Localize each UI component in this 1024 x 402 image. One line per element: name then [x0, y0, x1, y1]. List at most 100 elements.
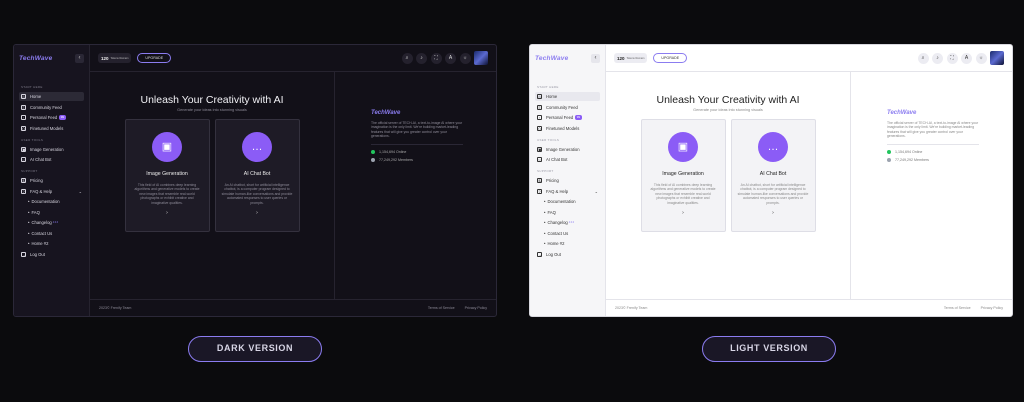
sidebar-item-faq-help[interactable]: ? FAQ & Help ⌄ [535, 187, 600, 196]
sidebar-item-ai-chat-bot[interactable]: ○ AI Chat Bot [19, 155, 84, 164]
sidebar-section-title: START HERE [21, 85, 43, 89]
collapse-sidebar-button[interactable]: ‹ [591, 53, 600, 63]
sidebar-item-label: Image Generation [546, 146, 580, 152]
sidebar-item-label: FAQ [547, 209, 556, 215]
sidebar-item-log-out[interactable]: → Log Out [19, 250, 84, 259]
privacy-link[interactable]: Privacy Policy [465, 306, 487, 310]
translate-icon[interactable]: A [445, 52, 456, 64]
sidebar-item-faq-help[interactable]: ? FAQ & Help ⌄ [19, 187, 84, 196]
sidebar-item-label: Pricing [546, 178, 559, 183]
translate-icon[interactable]: A [961, 52, 972, 64]
terms-link[interactable]: Terms of Service [428, 306, 455, 310]
sidebar-item-personal-feed[interactable]: ◦ Personal Feed 99 [535, 113, 600, 122]
sidebar-item-label: Home [30, 94, 42, 99]
sidebar-item-label: Home #2 [547, 241, 565, 246]
sidebar-item-community-feed[interactable]: ≡ Community Feed [535, 103, 600, 112]
upgrade-button[interactable]: UPGRADE [653, 53, 688, 63]
sidebar-item-home-2[interactable]: Home #2 [535, 239, 600, 248]
arrow-right-icon[interactable]: › [166, 210, 168, 216]
feed-icon: ≡ [537, 104, 542, 110]
sidebar-item-image-generation[interactable]: ▣ Image Generation [535, 145, 600, 154]
sidebar-item-home-2[interactable]: Home #2 [19, 239, 84, 248]
theme-toggle-icon[interactable]: ☼ [459, 52, 471, 64]
privacy-link[interactable]: Privacy Policy [981, 306, 1003, 310]
sidebar-item-label: Contact Us [31, 230, 53, 236]
sidebar-item-changelog[interactable]: Changelog4.0.0 [19, 218, 84, 227]
sidebar-item-finetuned-models[interactable]: ◇ Finetuned Models [535, 124, 600, 133]
logo[interactable]: TechWave [19, 55, 52, 62]
arrow-right-icon[interactable]: › [772, 210, 774, 216]
dollar-icon: $ [537, 178, 542, 183]
bell-icon[interactable]: ♪ [416, 52, 427, 64]
help-icon: ? [537, 188, 542, 194]
members-dot-icon [887, 157, 891, 162]
tokens-counter: 120 Tokens Remain [614, 53, 648, 63]
card-description: An AI chatbot, short for artificial inte… [737, 183, 809, 205]
sidebar-item-faq[interactable]: FAQ [535, 208, 600, 217]
image-generation-card[interactable]: ▣ Image Generation This field of AI comb… [124, 119, 210, 232]
search-icon[interactable]: ⌕ [401, 52, 413, 64]
collapse-sidebar-button[interactable]: ‹ [75, 53, 84, 63]
sidebar-item-label: AI Chat Bot [30, 157, 52, 162]
avatar[interactable] [990, 51, 1004, 65]
divider [371, 143, 463, 145]
right-panel: TechWave The official server of TECH-AI,… [334, 72, 496, 299]
chat-icon: ○ [21, 157, 26, 162]
home-icon: ⌂ [21, 94, 26, 99]
sidebar-section-title: START HERE [537, 85, 559, 89]
sidebar-item-contact-us[interactable]: Contact Us [535, 229, 600, 238]
image-icon: ▣ [152, 132, 182, 162]
tokens-counter: 120 Tokens Remain [98, 53, 132, 63]
sidebar-item-label: AI Chat Bot [546, 157, 568, 162]
sidebar-item-label: Personal Feed [546, 115, 574, 120]
sidebar-item-label: FAQ [31, 209, 40, 215]
sidebar-item-documentation[interactable]: Documentation [19, 197, 84, 206]
sidebar-item-label: FAQ & Help [546, 188, 569, 194]
sidebar-item-home[interactable]: ⌂ Home [19, 92, 84, 101]
sidebar-item-changelog[interactable]: Changelog4.0.0 [535, 218, 600, 227]
sidebar-item-community-feed[interactable]: ≡ Community Feed [19, 103, 84, 112]
image-generation-card[interactable]: ▣ Image Generation This field of AI comb… [640, 119, 726, 232]
panel-logo: TechWave [887, 110, 917, 116]
sidebar-item-personal-feed[interactable]: ◦ Personal Feed 99 [19, 113, 84, 122]
sidebar-item-documentation[interactable]: Documentation [535, 197, 600, 206]
avatar[interactable] [474, 51, 488, 65]
dark-version-button[interactable]: DARK VERSION [188, 336, 322, 362]
bell-icon[interactable]: ♪ [932, 52, 943, 64]
sidebar-item-label: Changelog [31, 220, 52, 225]
logout-icon: → [537, 251, 542, 257]
fullscreen-icon[interactable]: ⛶ [946, 52, 958, 64]
sidebar-item-pricing[interactable]: $ Pricing [535, 176, 600, 185]
fullscreen-icon[interactable]: ⛶ [430, 52, 442, 64]
sidebar-item-finetuned-models[interactable]: ◇ Finetuned Models [19, 124, 84, 133]
ai-chat-bot-card[interactable]: … AI Chat Bot An AI chatbot, short for a… [214, 119, 300, 232]
version-badge: 4.0.0 [568, 221, 575, 224]
sidebar-item-pricing[interactable]: $ Pricing [19, 176, 84, 185]
image-icon: ▣ [668, 132, 698, 162]
arrow-right-icon[interactable]: › [256, 210, 258, 216]
chevron-down-icon[interactable]: ⌄ [595, 189, 598, 194]
count-badge: 99 [575, 115, 582, 120]
upgrade-button[interactable]: UPGRADE [137, 53, 172, 63]
card-title: Image Generation [662, 171, 704, 177]
logo[interactable]: TechWave [535, 55, 568, 62]
sidebar-item-home[interactable]: ⌂ Home [535, 92, 600, 101]
sidebar-item-image-generation[interactable]: ▣ Image Generation [19, 145, 84, 154]
sidebar-item-faq[interactable]: FAQ [19, 208, 84, 217]
sidebar-item-label: Community Feed [546, 104, 578, 110]
hero-subtitle: Generate your ideas into stunning visual… [693, 108, 763, 112]
model-icon: ◇ [21, 125, 26, 131]
arrow-right-icon[interactable]: › [682, 210, 684, 216]
sidebar-item-contact-us[interactable]: Contact Us [19, 229, 84, 238]
light-version-button[interactable]: LIGHT VERSION [702, 336, 836, 362]
ai-chat-bot-card[interactable]: … AI Chat Bot An AI chatbot, short for a… [730, 119, 816, 232]
chevron-down-icon[interactable]: ⌄ [79, 189, 82, 194]
terms-link[interactable]: Terms of Service [944, 306, 971, 310]
sidebar-item-ai-chat-bot[interactable]: ○ AI Chat Bot [535, 155, 600, 164]
members-dot-icon [371, 157, 375, 162]
search-icon[interactable]: ⌕ [917, 52, 929, 64]
sidebar-item-log-out[interactable]: → Log Out [535, 250, 600, 259]
copyright: 2023© Frenify Team [615, 306, 648, 310]
footer: 2023© Frenify Team Terms of Service Priv… [606, 299, 1012, 316]
theme-toggle-icon[interactable]: ☼ [975, 52, 987, 64]
